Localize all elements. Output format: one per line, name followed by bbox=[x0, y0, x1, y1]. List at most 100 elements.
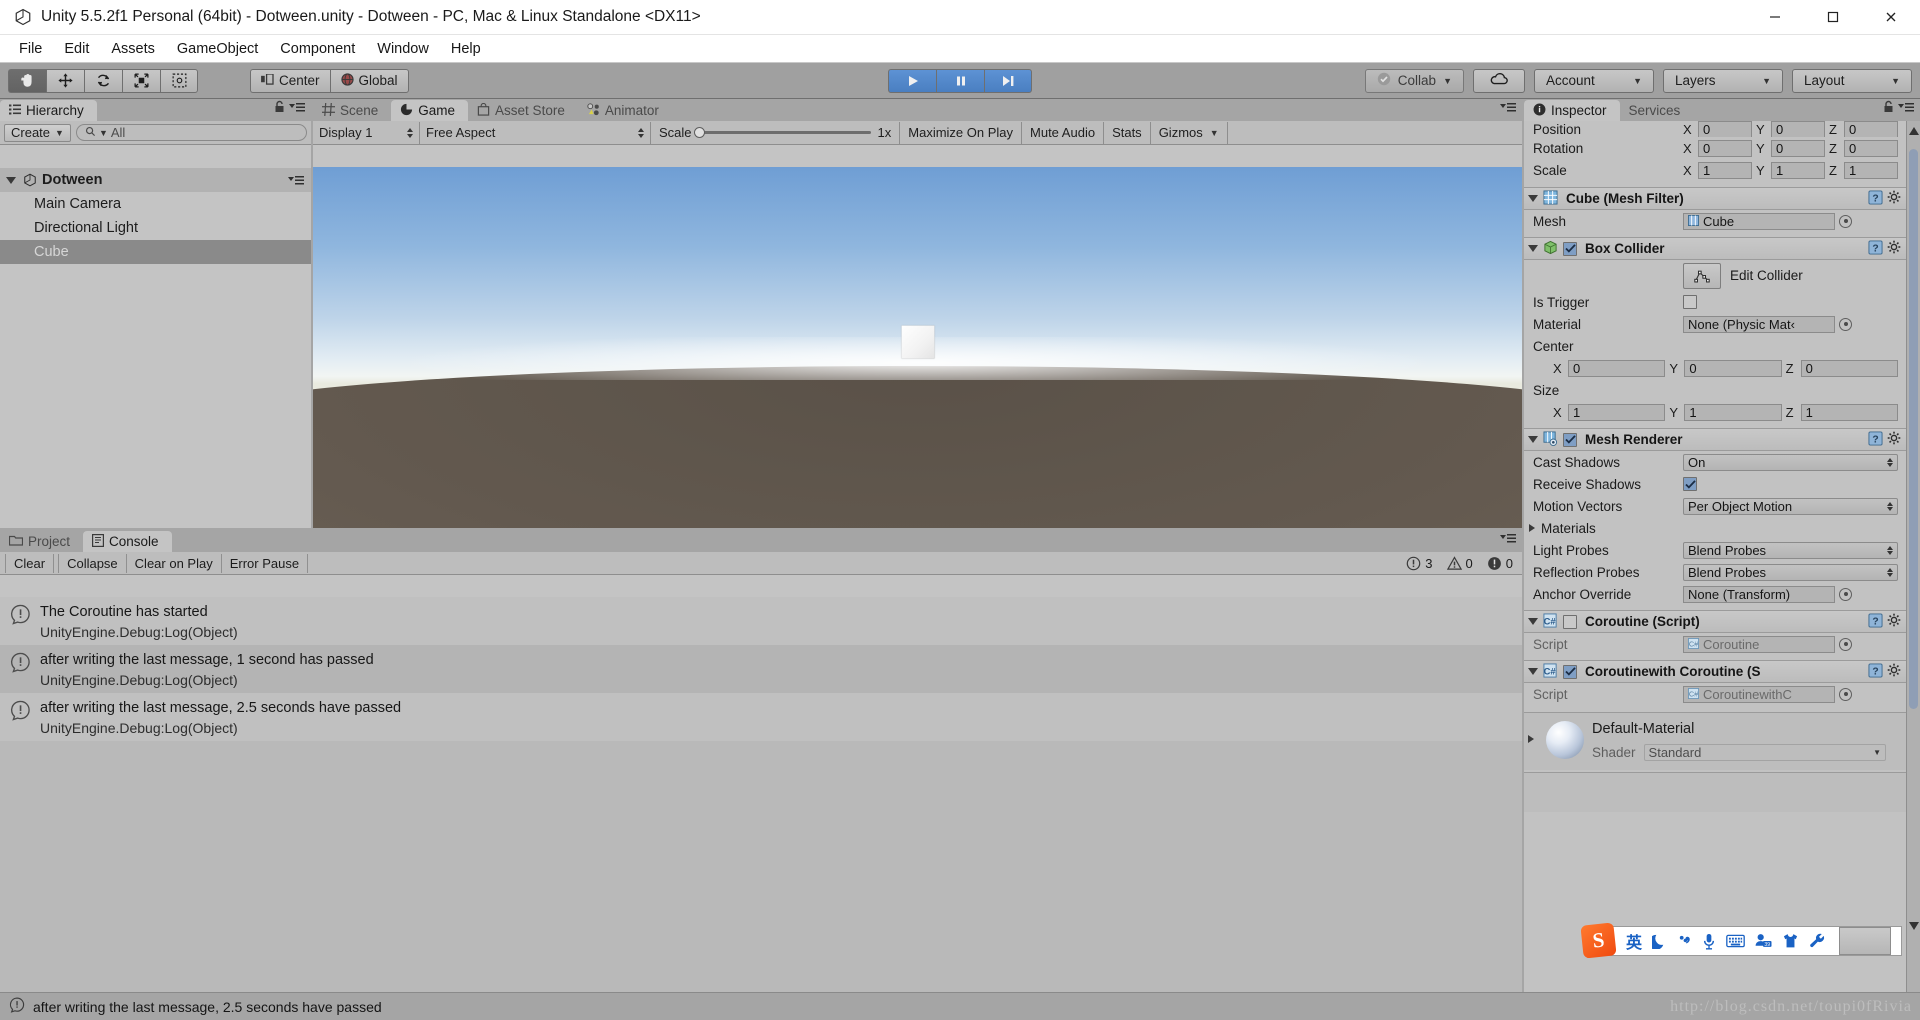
tab-console[interactable]: Console bbox=[83, 531, 172, 552]
scale-slider-knob[interactable] bbox=[693, 127, 705, 138]
coroutinewith-script-enabled-checkbox[interactable] bbox=[1563, 664, 1577, 679]
panel-menu-icon[interactable] bbox=[1500, 531, 1516, 549]
rotation-y-field[interactable]: 0 bbox=[1771, 139, 1825, 157]
clear-button[interactable]: Clear bbox=[5, 553, 55, 573]
hierarchy-item-directional-light[interactable]: Directional Light bbox=[0, 216, 311, 240]
collider-center-z-field[interactable]: 0 bbox=[1800, 359, 1898, 377]
scale-z-field[interactable]: 1 bbox=[1844, 161, 1898, 179]
mesh-renderer-enabled-checkbox[interactable] bbox=[1563, 432, 1577, 447]
tab-hierarchy[interactable]: Hierarchy bbox=[0, 100, 97, 121]
coroutine-script-field[interactable]: C# Coroutine bbox=[1683, 635, 1835, 653]
chevron-down-icon[interactable] bbox=[1528, 668, 1538, 675]
panel-menu-icon[interactable] bbox=[289, 100, 305, 118]
menu-edit[interactable]: Edit bbox=[53, 37, 100, 61]
scale-x-field[interactable]: 1 bbox=[1698, 161, 1752, 179]
cloud-button[interactable] bbox=[1473, 68, 1525, 93]
mesh-renderer-header[interactable]: Mesh Renderer ? bbox=[1524, 428, 1906, 451]
layers-dropdown[interactable]: Layers ▼ bbox=[1663, 68, 1783, 93]
anchor-override-field[interactable]: None (Transform) bbox=[1683, 585, 1835, 603]
maximize-on-play-button[interactable]: Maximize On Play bbox=[900, 121, 1023, 144]
tab-scene[interactable]: Scene bbox=[313, 100, 391, 121]
tab-project[interactable]: Project bbox=[0, 531, 83, 552]
mic-icon[interactable] bbox=[1702, 933, 1716, 950]
pause-button[interactable] bbox=[936, 68, 984, 93]
collider-center-y-field[interactable]: 0 bbox=[1684, 359, 1782, 377]
panel-menu-icon[interactable] bbox=[1500, 100, 1516, 118]
keyboard-icon[interactable] bbox=[1726, 934, 1745, 948]
create-button[interactable]: Create ▼ bbox=[4, 123, 71, 142]
object-picker-icon[interactable] bbox=[1839, 587, 1852, 601]
is-trigger-checkbox[interactable] bbox=[1683, 295, 1697, 309]
inspector-scrollbar-thumb[interactable] bbox=[1909, 149, 1918, 709]
box-collider-enabled-checkbox[interactable] bbox=[1563, 241, 1577, 256]
display-dropdown[interactable]: Display 1 bbox=[313, 121, 420, 144]
clear-on-play-button[interactable]: Clear on Play bbox=[126, 553, 222, 573]
position-y-field[interactable]: 0 bbox=[1771, 121, 1825, 137]
rotation-z-field[interactable]: 0 bbox=[1844, 139, 1898, 157]
tab-asset-store[interactable]: Asset Store bbox=[468, 100, 578, 121]
mesh-object-field[interactable]: Cube bbox=[1683, 212, 1835, 230]
materials-row[interactable]: Materials bbox=[1524, 517, 1906, 539]
coroutinewith-script-header[interactable]: C# Coroutinewith Coroutine (S ? bbox=[1524, 660, 1906, 683]
maximize-button[interactable] bbox=[1804, 0, 1862, 35]
chevron-down-icon[interactable] bbox=[6, 176, 16, 184]
wrench-icon[interactable] bbox=[1809, 933, 1825, 949]
panel-menu-icon[interactable] bbox=[1898, 100, 1914, 118]
skin-icon[interactable] bbox=[1782, 933, 1799, 949]
comma-icon[interactable] bbox=[1677, 933, 1692, 949]
hierarchy-search-input[interactable]: ▼ All bbox=[75, 124, 307, 141]
tab-animator[interactable]: Animator bbox=[578, 100, 672, 121]
gear-icon[interactable] bbox=[1887, 190, 1901, 207]
scale-tool-button[interactable] bbox=[122, 68, 160, 93]
gizmos-dropdown[interactable]: Gizmos ▼ bbox=[1151, 121, 1228, 144]
scale-y-field[interactable]: 1 bbox=[1771, 161, 1825, 179]
chevron-down-icon[interactable] bbox=[1528, 618, 1538, 625]
chevron-down-icon[interactable] bbox=[1528, 195, 1538, 202]
edit-collider-button[interactable] bbox=[1683, 262, 1721, 289]
inspector-scrollbar[interactable] bbox=[1906, 121, 1920, 992]
coroutine-script-enabled-checkbox[interactable] bbox=[1563, 614, 1577, 629]
log-entry[interactable]: after writing the last message, 2.5 seco… bbox=[0, 693, 1522, 741]
tab-services[interactable]: Services bbox=[1620, 100, 1694, 121]
log-entry[interactable]: The Coroutine has started UnityEngine.De… bbox=[0, 597, 1522, 645]
gear-icon[interactable] bbox=[1887, 240, 1901, 257]
hierarchy-item-main-camera[interactable]: Main Camera bbox=[0, 192, 311, 216]
position-z-field[interactable]: 0 bbox=[1844, 121, 1898, 137]
account-dropdown[interactable]: Account ▼ bbox=[1534, 68, 1654, 93]
rotate-tool-button[interactable] bbox=[84, 68, 122, 93]
emoji-icon[interactable]: 39 bbox=[1755, 933, 1772, 949]
mute-audio-button[interactable]: Mute Audio bbox=[1022, 121, 1105, 144]
receive-shadows-checkbox[interactable] bbox=[1683, 477, 1697, 491]
scale-slider-group[interactable]: Scale 1x bbox=[651, 121, 901, 144]
lock-icon[interactable] bbox=[274, 100, 285, 118]
light-probes-dropdown[interactable]: Blend Probes bbox=[1683, 541, 1898, 559]
stats-button[interactable]: Stats bbox=[1104, 121, 1151, 144]
cast-shadows-dropdown[interactable]: On bbox=[1683, 453, 1898, 471]
sogou-logo-icon[interactable]: S bbox=[1580, 922, 1617, 959]
hierarchy-item-cube[interactable]: Cube bbox=[0, 240, 311, 264]
physic-material-field[interactable]: None (Physic Mat‹ bbox=[1683, 315, 1835, 333]
chevron-right-icon[interactable] bbox=[1529, 524, 1535, 532]
sogou-ime-bar[interactable]: S 英 39 bbox=[1580, 922, 1902, 959]
rect-tool-button[interactable] bbox=[160, 68, 198, 93]
help-icon[interactable]: ? bbox=[1868, 189, 1883, 208]
object-picker-icon[interactable] bbox=[1839, 637, 1852, 651]
gear-icon[interactable] bbox=[1887, 431, 1901, 448]
error-pause-button[interactable]: Error Pause bbox=[221, 553, 309, 573]
tab-game[interactable]: Game bbox=[391, 100, 469, 121]
error-count[interactable]: 0 bbox=[1487, 556, 1513, 571]
collider-size-y-field[interactable]: 1 bbox=[1684, 403, 1782, 421]
close-button[interactable] bbox=[1862, 0, 1920, 35]
moon-icon[interactable] bbox=[1652, 933, 1667, 949]
coroutine-script-header[interactable]: C# Coroutine (Script) ? bbox=[1524, 610, 1906, 633]
info-count[interactable]: 3 bbox=[1406, 556, 1433, 571]
gear-icon[interactable] bbox=[1887, 663, 1901, 680]
reflection-probes-dropdown[interactable]: Blend Probes bbox=[1683, 563, 1898, 581]
help-icon[interactable]: ? bbox=[1868, 612, 1883, 631]
help-icon[interactable]: ? bbox=[1868, 662, 1883, 681]
coroutinewith-script-field[interactable]: C# CoroutinewithC bbox=[1683, 685, 1835, 703]
gear-icon[interactable] bbox=[1887, 613, 1901, 630]
collider-size-x-field[interactable]: 1 bbox=[1568, 403, 1666, 421]
object-picker-icon[interactable] bbox=[1839, 687, 1852, 701]
collider-center-x-field[interactable]: 0 bbox=[1568, 359, 1666, 377]
